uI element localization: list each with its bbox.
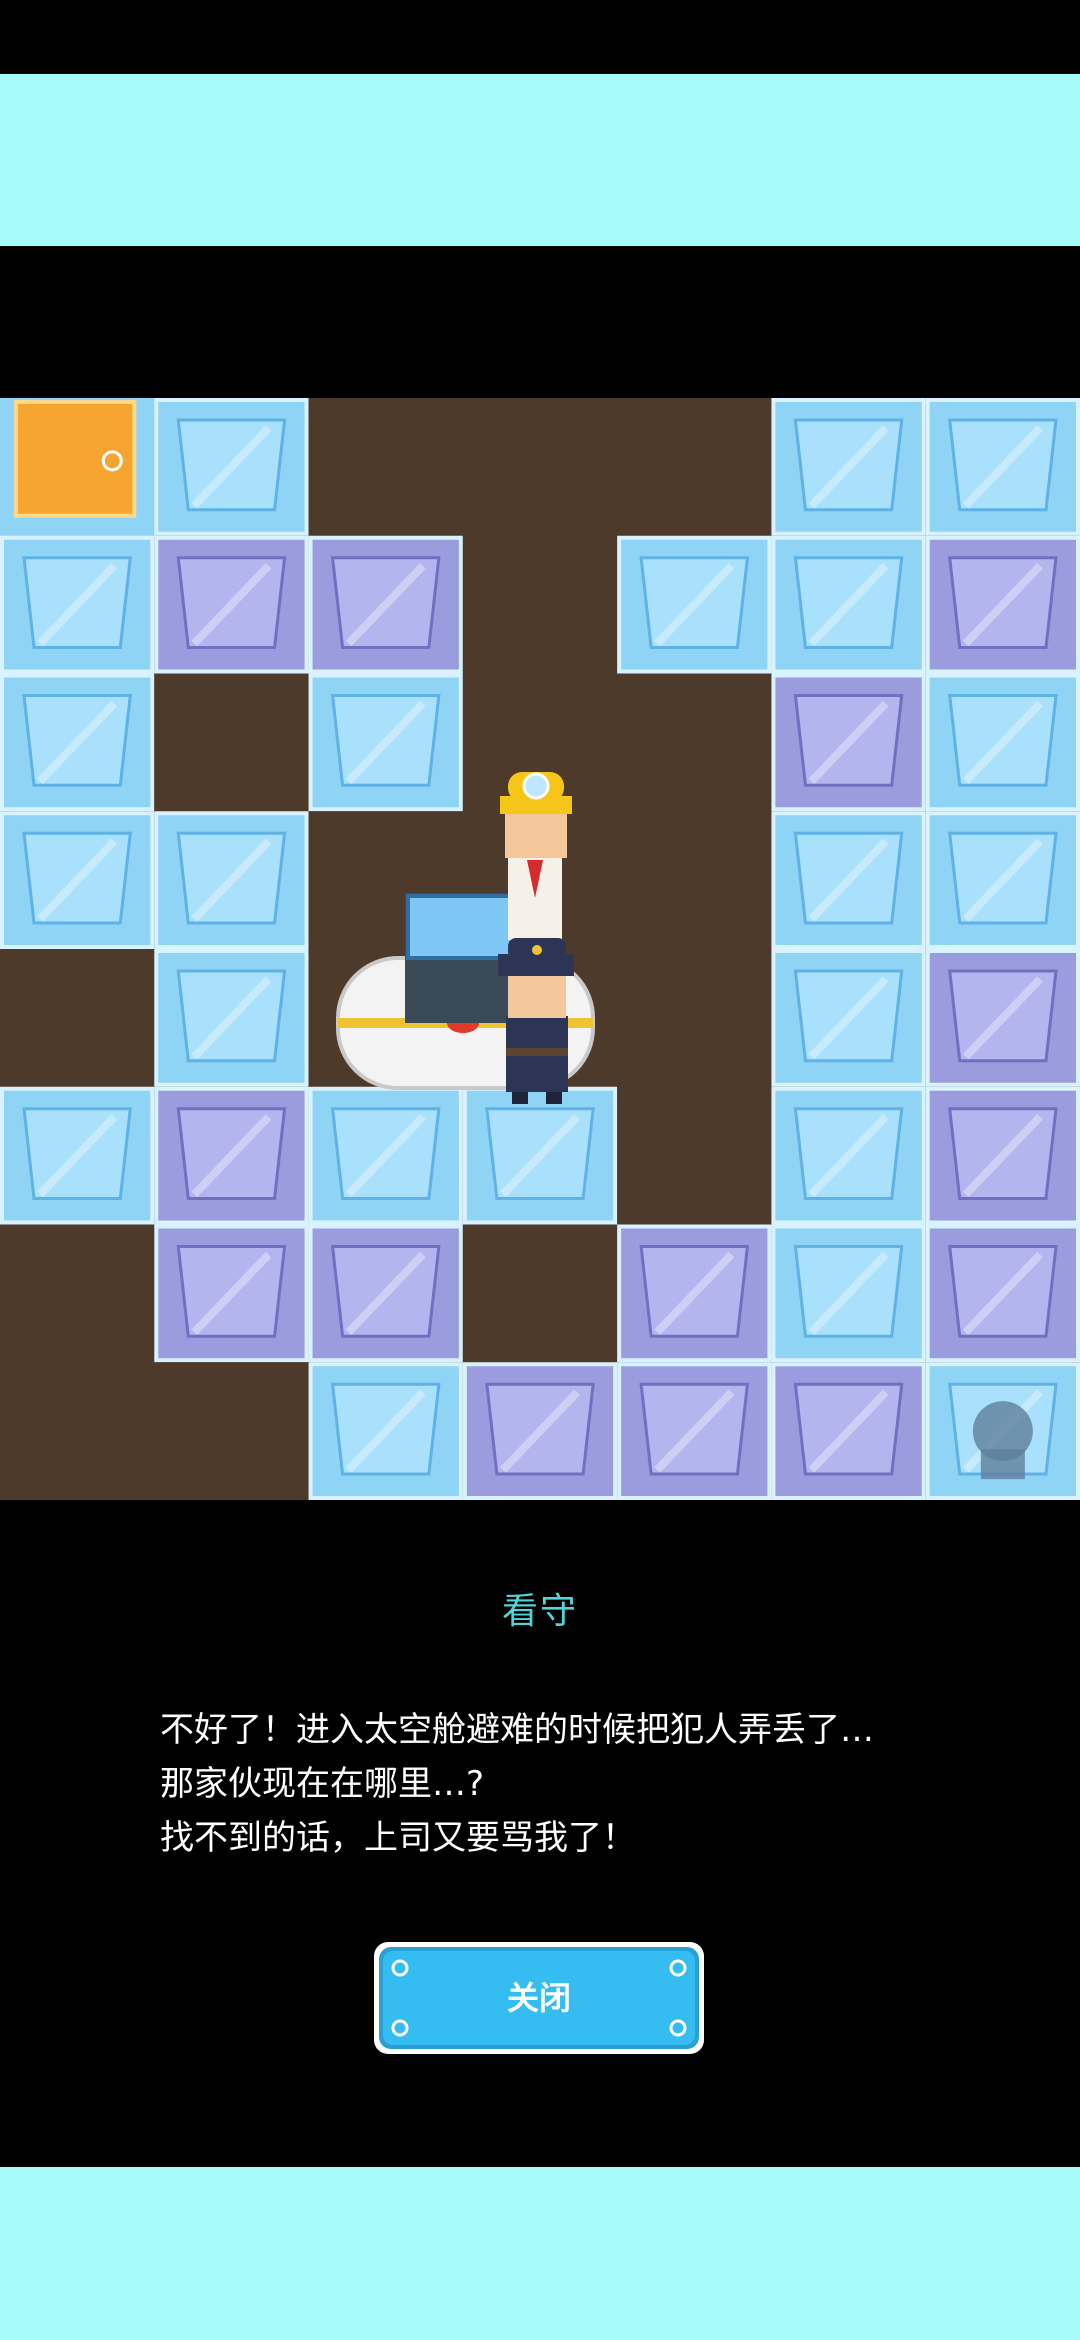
status-bar: [0, 0, 1080, 74]
ice-block[interactable]: [308, 1086, 463, 1225]
ice-block-purple[interactable]: [308, 535, 463, 674]
ice-block[interactable]: [771, 1224, 926, 1363]
dialog-panel: 看守 不好了！进入太空舱避难的时候把犯人弄丢了… 那家伙现在在哪里…? 找不到的…: [0, 1500, 1080, 2167]
ice-block[interactable]: [0, 535, 155, 674]
ice-block[interactable]: [154, 949, 309, 1087]
ice-block[interactable]: [0, 811, 155, 949]
ice-block-purple[interactable]: [925, 535, 1080, 674]
ice-block[interactable]: [771, 535, 926, 674]
ice-block[interactable]: [771, 1086, 926, 1225]
dirt-tile: [154, 1362, 310, 1500]
ice-block-purple[interactable]: [771, 673, 926, 812]
ice-block-purple[interactable]: [925, 1224, 1080, 1363]
ice-block[interactable]: [308, 1362, 463, 1500]
close-button[interactable]: 关闭: [372, 1940, 706, 2056]
ice-block[interactable]: [771, 811, 926, 949]
top-black-band: [0, 246, 1080, 398]
ice-block-purple[interactable]: [617, 1224, 772, 1363]
ice-block-purple[interactable]: [154, 535, 309, 674]
dirt-tile: [462, 1224, 619, 1364]
ice-block[interactable]: [308, 673, 463, 812]
exit-door-tile[interactable]: [0, 398, 156, 537]
ice-block[interactable]: [154, 398, 309, 536]
ice-block-purple[interactable]: [154, 1224, 309, 1363]
ice-block[interactable]: [925, 398, 1080, 536]
guard-character[interactable]: [498, 938, 574, 1104]
dirt-tile: [0, 949, 156, 1088]
ice-block-purple[interactable]: [925, 949, 1080, 1087]
dialog-line: 那家伙现在在哪里…?: [160, 1764, 485, 1804]
ice-block-purple[interactable]: [462, 1362, 618, 1500]
close-button-label: 关闭: [506, 1979, 571, 2017]
ice-block[interactable]: [925, 673, 1080, 812]
top-cyan-band: [0, 74, 1080, 246]
ice-block[interactable]: [462, 1086, 618, 1225]
dirt-tile: [308, 398, 464, 537]
ice-block-purple[interactable]: [617, 1362, 772, 1500]
ice-block[interactable]: [0, 673, 155, 812]
dirt-tile: [617, 1086, 773, 1226]
dirt-tile: [617, 811, 773, 950]
dirt-tile: [462, 535, 619, 675]
dirt-tile: [617, 949, 773, 1088]
ice-block[interactable]: [617, 535, 772, 674]
bottom-cyan-band: [0, 2167, 1080, 2340]
speaker-name: 看守: [501, 1591, 578, 1632]
ice-block-purple[interactable]: [154, 1086, 309, 1225]
dirt-tile: [0, 1224, 156, 1364]
ice-block[interactable]: [771, 949, 926, 1087]
dirt-tile: [462, 398, 619, 537]
ice-block-purple[interactable]: [925, 1086, 1080, 1225]
board-grid[interactable]: [0, 398, 1080, 1500]
dirt-tile: [0, 1362, 156, 1500]
dialog-line: 不好了！进入太空舱避难的时候把犯人弄丢了…: [160, 1710, 874, 1750]
ice-block[interactable]: [925, 811, 1080, 949]
dirt-tile: [617, 398, 773, 537]
game-board[interactable]: [0, 398, 1080, 1500]
dialog-line: 找不到的话，上司又要骂我了！: [160, 1818, 636, 1858]
ice-block[interactable]: [771, 398, 926, 536]
ice-block[interactable]: [0, 1086, 155, 1225]
ice-block-purple[interactable]: [308, 1224, 463, 1363]
dirt-tile: [154, 673, 310, 813]
dirt-tile: [617, 673, 773, 813]
ice-block[interactable]: [154, 811, 309, 949]
ice-block-purple[interactable]: [771, 1362, 926, 1500]
miner-character[interactable]: [500, 772, 572, 952]
frozen-prisoner-tile[interactable]: [925, 1362, 1080, 1500]
